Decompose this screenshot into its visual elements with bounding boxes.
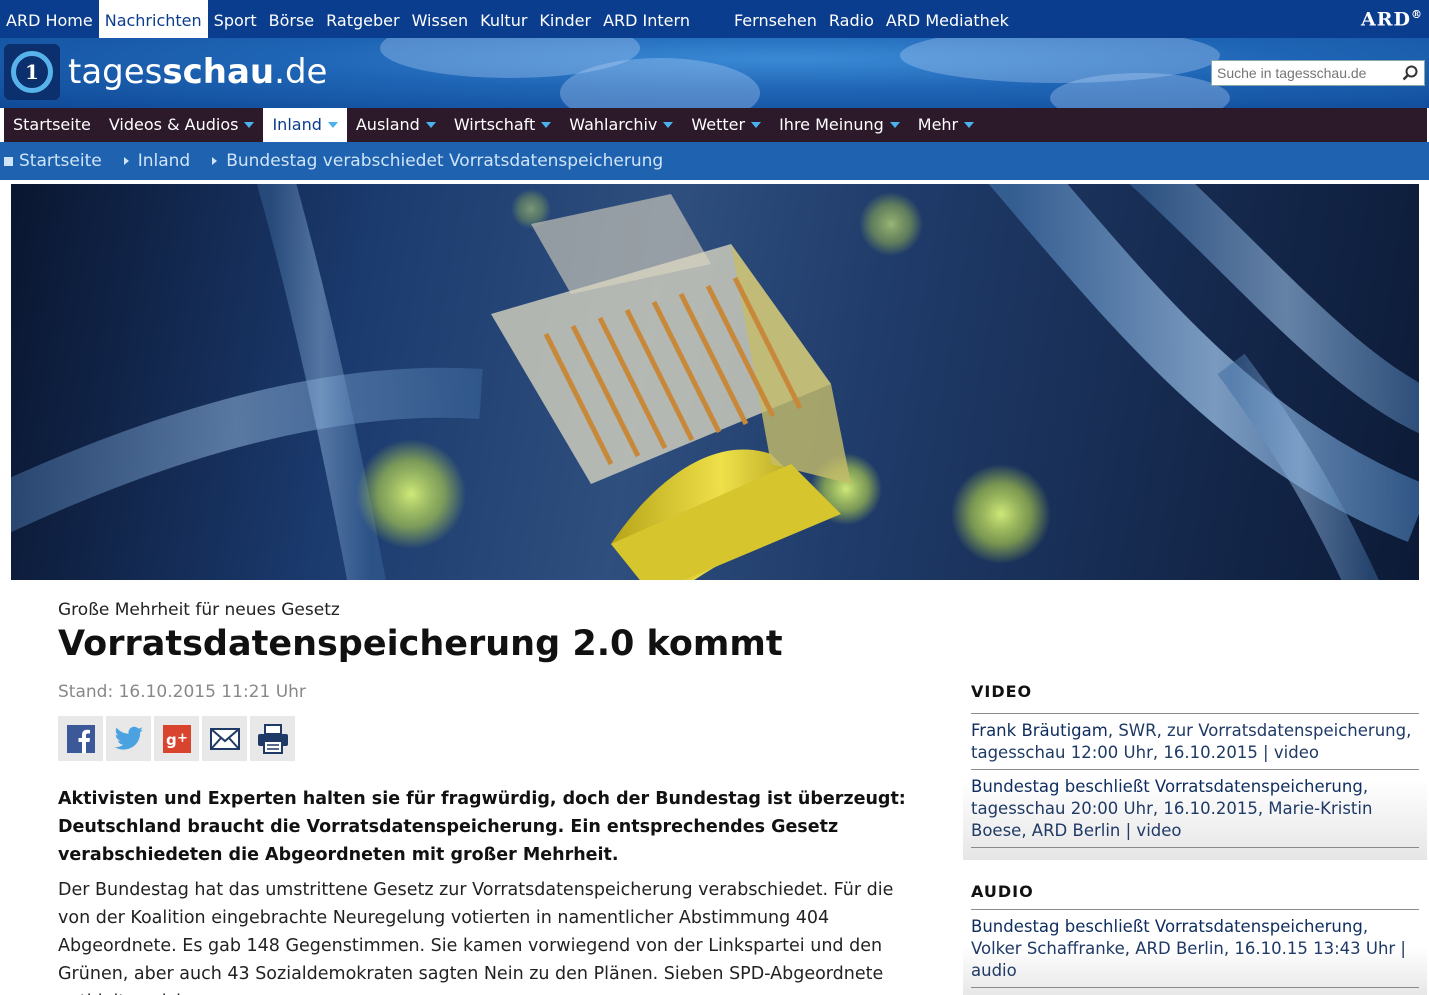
network-cable-image: [11, 184, 1419, 580]
chevron-down-icon: [751, 122, 762, 128]
article-headline: Vorratsdatenspeicherung 2.0 kommt: [58, 624, 783, 664]
media-sidebar: VIDEO Frank Bräutigam, SWR, zur Vorratsd…: [963, 672, 1427, 995]
print-button[interactable]: [250, 716, 295, 761]
chevron-down-icon: [541, 122, 552, 128]
chevron-down-icon: [425, 122, 436, 128]
audio-box: AUDIO Bundestag beschließt Vorratsdatens…: [963, 882, 1427, 995]
breadcrumb-current[interactable]: Bundestag verabschiedet Vorratsdatenspei…: [212, 151, 663, 171]
ard-logo[interactable]: ARD®: [1361, 8, 1423, 30]
googleplus-share-button[interactable]: g +: [154, 716, 199, 761]
video-item[interactable]: Bundestag beschließt Vorratsdatenspeiche…: [971, 770, 1419, 848]
arrow-right-icon: [212, 157, 218, 165]
share-buttons: g +: [58, 716, 295, 761]
article-timestamp: Stand: 16.10.2015 11:21 Uhr: [58, 682, 306, 702]
tagesschau-emblem-icon: 1: [4, 44, 60, 100]
svg-text:+: +: [177, 731, 188, 746]
ard-link-boerse[interactable]: Börse: [263, 0, 321, 38]
facebook-share-button[interactable]: [58, 716, 103, 761]
facebook-icon: [66, 724, 95, 753]
site-header: 1 tagesschau.de: [0, 38, 1429, 108]
article-teaser: Aktivisten und Experten halten sie für f…: [58, 789, 906, 865]
video-heading: VIDEO: [971, 682, 1033, 701]
arrow-right-icon: [123, 157, 129, 165]
video-box: VIDEO Frank Bräutigam, SWR, zur Vorratsd…: [963, 682, 1427, 860]
search-input[interactable]: [1212, 65, 1392, 81]
chevron-down-icon: [327, 122, 338, 128]
hero-image: [11, 184, 1419, 580]
audio-item[interactable]: Bundestag beschließt Vorratsdatenspeiche…: [971, 910, 1419, 988]
ard-link-intern[interactable]: ARD Intern: [597, 0, 696, 38]
main-navigation: Startseite Videos & Audios Inland Auslan…: [4, 108, 1427, 142]
mail-share-button[interactable]: [202, 716, 247, 761]
audio-heading: AUDIO: [971, 882, 1034, 901]
article-body: Der Bundestag hat das umstrittene Gesetz…: [58, 880, 894, 995]
breadcrumb-startseite[interactable]: Startseite: [4, 151, 102, 171]
googleplus-icon: g +: [162, 724, 191, 753]
nav-wirtschaft[interactable]: Wirtschaft: [445, 108, 560, 142]
ard-link-nachrichten[interactable]: Nachrichten: [98, 0, 208, 38]
chevron-down-icon: [663, 122, 674, 128]
chevron-down-icon: [889, 122, 900, 128]
ard-link-home[interactable]: ARD Home: [0, 0, 99, 38]
square-bullet-icon: [4, 156, 13, 166]
nav-startseite[interactable]: Startseite: [4, 108, 100, 142]
breadcrumb-inland[interactable]: Inland: [123, 151, 190, 171]
print-icon: [257, 723, 288, 754]
twitter-icon: [114, 726, 143, 750]
nav-mehr[interactable]: Mehr: [909, 108, 983, 142]
ard-link-sport[interactable]: Sport: [208, 0, 263, 38]
nav-ausland[interactable]: Ausland: [347, 108, 445, 142]
ard-link-radio[interactable]: Radio: [823, 0, 880, 38]
mail-icon: [209, 727, 240, 750]
nav-wahlarchiv[interactable]: Wahlarchiv: [560, 108, 682, 142]
ard-link-mediathek[interactable]: ARD Mediathek: [880, 0, 1015, 38]
twitter-share-button[interactable]: [106, 716, 151, 761]
article-kicker: Große Mehrheit für neues Gesetz: [58, 600, 340, 620]
tagesschau-logo[interactable]: 1 tagesschau.de: [4, 44, 327, 100]
ard-link-kultur[interactable]: Kultur: [474, 0, 533, 38]
svg-text:g: g: [166, 731, 177, 749]
nav-videos-audios[interactable]: Videos & Audios: [100, 108, 264, 142]
search-box: [1211, 60, 1425, 86]
chevron-down-icon: [244, 122, 255, 128]
ard-link-ratgeber[interactable]: Ratgeber: [320, 0, 405, 38]
ard-link-wissen[interactable]: Wissen: [406, 0, 475, 38]
nav-inland[interactable]: Inland: [263, 108, 347, 142]
ard-top-bar: ARD Home Nachrichten Sport Börse Ratgebe…: [0, 0, 1429, 38]
ard-link-fernsehen[interactable]: Fernsehen: [728, 0, 823, 38]
chevron-down-icon: [964, 122, 975, 128]
ard-link-kinder[interactable]: Kinder: [533, 0, 597, 38]
nav-ihre-meinung[interactable]: Ihre Meinung: [770, 108, 909, 142]
video-item[interactable]: Frank Bräutigam, SWR, zur Vorratsdatensp…: [971, 714, 1419, 770]
breadcrumb: Startseite Inland Bundestag verabschiede…: [0, 142, 1429, 180]
search-icon[interactable]: [1402, 65, 1418, 81]
nav-wetter[interactable]: Wetter: [682, 108, 770, 142]
tagesschau-wordmark: tagesschau.de: [68, 52, 328, 92]
